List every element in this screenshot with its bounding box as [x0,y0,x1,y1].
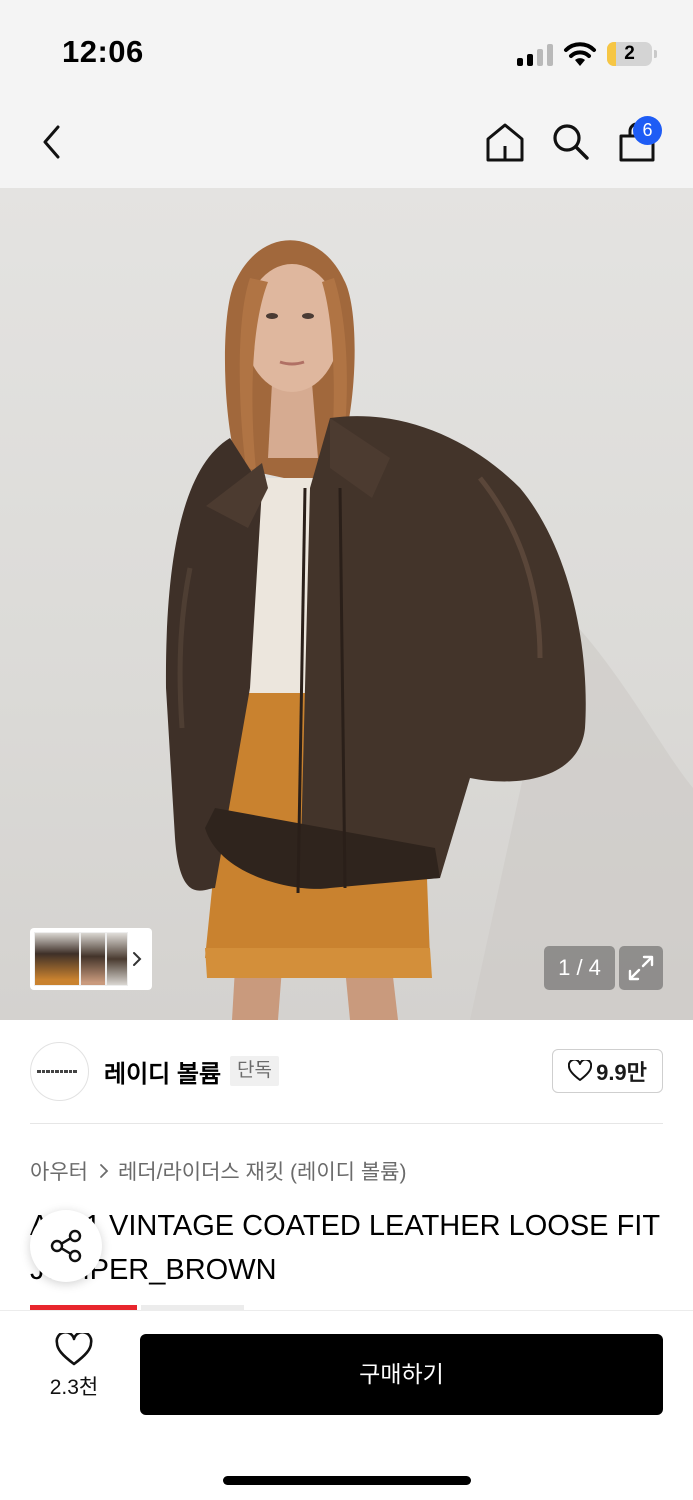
share-icon [50,1229,82,1263]
wishlist-count: 2.3천 [49,1376,99,1399]
thumbnail-image[interactable] [34,932,80,986]
heart-icon [568,1060,593,1081]
model-photo [165,240,693,1020]
status-bar: 12:06 2 [0,0,693,96]
cellular-signal-icon [517,44,553,66]
wishlist-button[interactable]: 2.3천 [30,1333,118,1413]
share-button[interactable] [30,1210,102,1282]
product-title: A-1-1 VINTAGE COATED LEATHER LOOSE FIT J… [30,1210,660,1286]
buy-button[interactable]: 구매하기 [140,1334,663,1415]
status-time: 12:06 [62,34,144,69]
breadcrumb: 아우터 레더/라이더스 재킷 (레이디 볼륨) [30,1156,406,1186]
thumbnail-image[interactable] [80,932,106,986]
brand-like-count: 9.9만 [596,1060,647,1085]
expand-image-button[interactable] [619,946,663,990]
brand-row: 레이디 볼륨 단독 9.9만 [0,1020,693,1124]
divider [30,1123,663,1124]
exclusive-badge: 단독 [230,1056,279,1086]
home-icon [486,123,524,162]
brand-logo[interactable] [30,1042,89,1101]
image-page-counter: 1 / 4 [544,946,615,990]
brand-logo-wordmark [37,1070,83,1073]
expand-icon [628,955,654,981]
cart-button[interactable] [609,96,665,188]
breadcrumb-subcategory[interactable]: 레더/라이더스 재킷 (레이디 볼륨) [118,1156,406,1186]
chevron-right-icon [100,1164,109,1178]
thumbnail-strip[interactable] [30,928,152,990]
brand-like-button[interactable]: 9.9만 [552,1049,663,1093]
home-button[interactable] [477,96,533,188]
search-icon [553,124,589,160]
chevron-right-icon [133,952,142,966]
brand-name[interactable]: 레이디 볼륨 [104,1054,221,1089]
back-button[interactable] [24,96,80,188]
heart-icon [55,1333,93,1366]
chevron-left-icon [43,125,60,159]
home-indicator[interactable] [223,1476,471,1485]
thumbnail-image[interactable] [106,932,128,986]
breadcrumb-category[interactable]: 아우터 [30,1156,88,1186]
product-image[interactable] [0,188,693,1020]
wifi-icon [564,42,596,66]
battery-percent: 2 [624,43,635,64]
cart-count-badge: 6 [633,116,662,145]
top-navigation [0,96,693,188]
battery-icon: 2 [607,42,657,66]
search-button[interactable] [543,96,599,188]
